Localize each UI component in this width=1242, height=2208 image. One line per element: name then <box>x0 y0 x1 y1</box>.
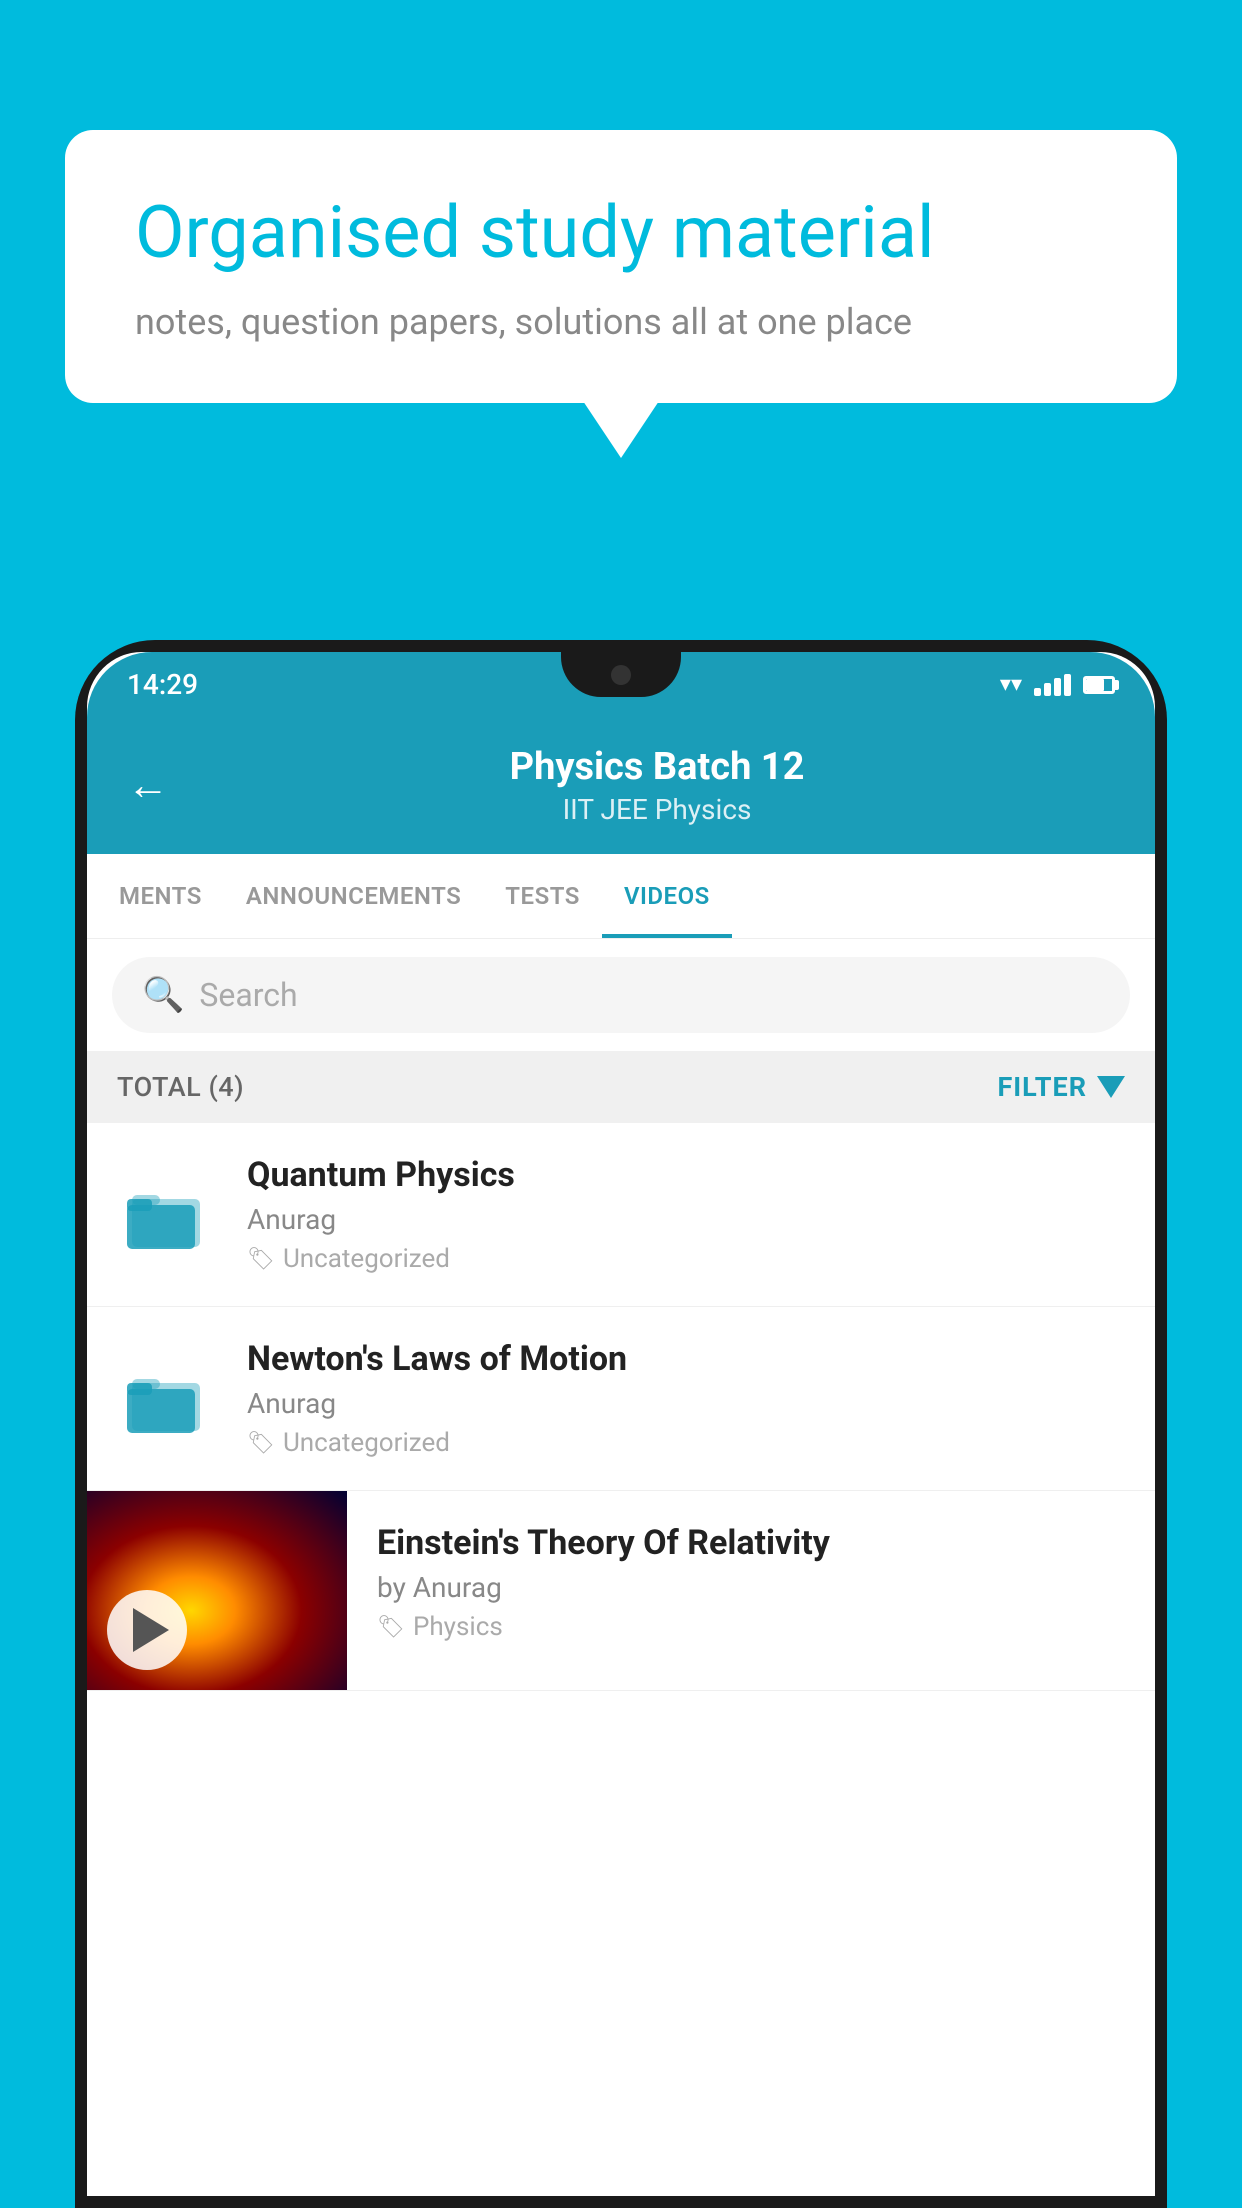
phone-body: 14:29 ▾▾ <box>75 640 1167 2208</box>
tab-announcements[interactable]: ANNOUNCEMENTS <box>224 854 483 938</box>
video-thumbnail <box>87 1491 347 1690</box>
filter-icon <box>1097 1076 1125 1098</box>
tag-label: Physics <box>413 1612 503 1642</box>
header-title: Physics Batch 12 <box>199 745 1115 789</box>
header-subtitle: IIT JEE Physics <box>199 793 1115 826</box>
battery-icon <box>1083 676 1115 694</box>
folder-icon-wrap <box>117 1177 217 1252</box>
item-author: Anurag <box>247 1203 1125 1236</box>
tag-label: Uncategorized <box>283 1428 450 1458</box>
play-icon <box>133 1608 169 1652</box>
tag-icon: 🏷 <box>247 1247 275 1272</box>
folder-icon <box>127 1177 207 1252</box>
folder-icon-wrap <box>117 1361 217 1436</box>
item-title: Newton's Laws of Motion <box>247 1339 1125 1379</box>
tab-ments[interactable]: MENTS <box>97 854 224 938</box>
item-tag: 🏷 Uncategorized <box>247 1428 1125 1458</box>
item-author: by Anurag <box>377 1571 1125 1604</box>
item-info: Newton's Laws of Motion Anurag 🏷 Uncateg… <box>247 1339 1125 1458</box>
phone-screen: 14:29 ▾▾ <box>87 652 1155 2196</box>
camera-dot <box>611 665 631 685</box>
status-bar: 14:29 ▾▾ <box>87 652 1155 717</box>
item-title: Einstein's Theory Of Relativity <box>377 1523 1125 1563</box>
search-icon: 🔍 <box>142 975 184 1015</box>
status-icons: ▾▾ <box>1000 672 1115 697</box>
item-info: Einstein's Theory Of Relativity by Anura… <box>347 1491 1155 1690</box>
item-title: Quantum Physics <box>247 1155 1125 1195</box>
play-button[interactable] <box>107 1590 187 1670</box>
folder-icon <box>127 1361 207 1436</box>
search-input[interactable]: Search <box>199 976 297 1014</box>
bubble-subtitle: notes, question papers, solutions all at… <box>135 301 1107 343</box>
filter-label: FILTER <box>997 1071 1087 1103</box>
tag-icon: 🏷 <box>247 1431 275 1456</box>
tabs-bar: MENTS ANNOUNCEMENTS TESTS VIDEOS <box>87 854 1155 939</box>
list-item[interactable]: Einstein's Theory Of Relativity by Anura… <box>87 1491 1155 1691</box>
search-input-wrapper[interactable]: 🔍 Search <box>112 957 1130 1033</box>
wifi-icon: ▾▾ <box>1000 672 1022 697</box>
tag-icon: 🏷 <box>377 1615 405 1640</box>
phone-mockup: 14:29 ▾▾ <box>75 640 1167 2208</box>
item-tag: 🏷 Uncategorized <box>247 1244 1125 1274</box>
tag-label: Uncategorized <box>283 1244 450 1274</box>
signal-icon <box>1034 674 1071 696</box>
status-time: 14:29 <box>127 668 198 701</box>
filter-bar: TOTAL (4) FILTER <box>87 1051 1155 1123</box>
bubble-title: Organised study material <box>135 190 1107 276</box>
filter-button[interactable]: FILTER <box>997 1071 1125 1103</box>
list-item[interactable]: Newton's Laws of Motion Anurag 🏷 Uncateg… <box>87 1307 1155 1491</box>
speech-bubble-container: Organised study material notes, question… <box>65 130 1177 403</box>
item-info: Quantum Physics Anurag 🏷 Uncategorized <box>247 1155 1125 1274</box>
item-tag: 🏷 Physics <box>377 1612 1125 1642</box>
list-item[interactable]: Quantum Physics Anurag 🏷 Uncategorized <box>87 1123 1155 1307</box>
phone-notch <box>561 652 681 697</box>
search-container: 🔍 Search <box>87 939 1155 1051</box>
total-count: TOTAL (4) <box>117 1071 244 1103</box>
content-area: Quantum Physics Anurag 🏷 Uncategorized <box>87 1123 1155 2196</box>
tab-tests[interactable]: TESTS <box>483 854 602 938</box>
speech-bubble: Organised study material notes, question… <box>65 130 1177 403</box>
app-header: ← Physics Batch 12 IIT JEE Physics <box>87 717 1155 854</box>
tab-videos[interactable]: VIDEOS <box>602 854 732 938</box>
back-button[interactable]: ← <box>127 761 169 810</box>
header-title-group: Physics Batch 12 IIT JEE Physics <box>199 745 1115 826</box>
item-author: Anurag <box>247 1387 1125 1420</box>
